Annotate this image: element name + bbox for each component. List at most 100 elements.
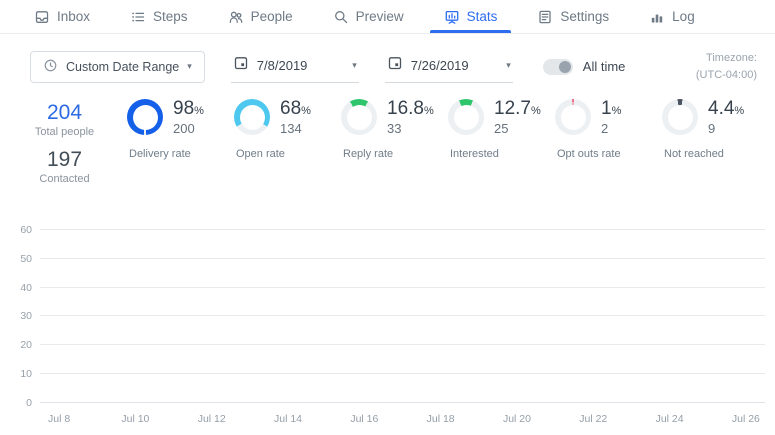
donut-chart-opt-outs-rate — [555, 99, 591, 135]
stat-label: Delivery rate — [127, 148, 228, 160]
stat-count: 134 — [280, 121, 311, 136]
stat-card-reply-rate: 16.8%33Reply rate — [341, 99, 442, 160]
donut-chart-open-rate — [234, 99, 270, 135]
day-slot-jul-25 — [689, 215, 727, 403]
nav-item-label: Steps — [153, 9, 188, 24]
donut-hole — [347, 105, 372, 130]
all-time-toggle[interactable]: All time — [543, 59, 626, 75]
day-slot-jul-19 — [460, 215, 498, 403]
donut-chart-not-reached — [662, 99, 698, 135]
nav-item-inbox[interactable]: Inbox — [14, 0, 110, 33]
settings-icon — [537, 9, 553, 25]
stat-card-opt-outs-rate: 1%2Opt outs rate — [555, 99, 656, 160]
day-slot-jul-13 — [231, 215, 269, 403]
date-from-value: 7/8/2019 — [257, 58, 344, 73]
nav-item-stats[interactable]: Stats — [424, 0, 518, 33]
chevron-down-icon: ▾ — [506, 61, 511, 70]
toggle-knob[interactable] — [559, 61, 571, 73]
stat-card-interested: 12.7%25Interested — [448, 99, 549, 160]
percent-sign: % — [612, 105, 622, 117]
y-axis-tick-0: 0 — [26, 397, 32, 409]
donut-chart-delivery-rate — [127, 99, 163, 135]
bar-slots: Jul 8Jul 10Jul 12Jul 14Jul 16Jul 18Jul 2… — [40, 215, 765, 403]
timezone-label: Timezone: — [696, 50, 757, 67]
day-slot-jul-8: Jul 8 — [40, 215, 78, 403]
nav-item-label: Log — [672, 9, 695, 24]
day-slot-jul-21 — [536, 215, 574, 403]
calendar-icon — [387, 55, 403, 76]
day-slot-jul-18: Jul 18 — [422, 215, 460, 403]
x-axis-label: Jul 8 — [48, 413, 70, 425]
date-range-label: Custom Date Range — [66, 60, 179, 74]
stats-row: 204 Total people 197 Contacted 98%200Del… — [0, 99, 775, 185]
x-axis-label: Jul 22 — [579, 413, 607, 425]
day-slot-jul-15 — [307, 215, 345, 403]
nav-item-preview[interactable]: Preview — [313, 0, 424, 33]
stat-label: Reply rate — [341, 148, 442, 160]
day-slot-jul-10: Jul 10 — [116, 215, 154, 403]
day-slot-jul-12: Jul 12 — [193, 215, 231, 403]
nav-item-label: Stats — [467, 9, 498, 24]
date-from-field[interactable]: 7/8/2019 ▾ — [231, 51, 359, 83]
nav-item-steps[interactable]: Steps — [110, 0, 208, 33]
nav-item-log[interactable]: Log — [629, 0, 715, 33]
percent-sign: % — [301, 105, 311, 117]
donut-hole — [133, 105, 158, 130]
all-time-label: All time — [583, 59, 626, 74]
nav-item-label: Preview — [356, 9, 404, 24]
x-axis-label: Jul 26 — [732, 413, 760, 425]
date-to-field[interactable]: 7/26/2019 ▾ — [385, 51, 513, 83]
steps-icon — [130, 9, 146, 25]
day-slot-jul-9 — [78, 215, 116, 403]
people-icon — [228, 9, 244, 25]
x-axis-label: Jul 14 — [274, 413, 302, 425]
total-people-label: Total people — [30, 126, 99, 138]
nav-item-settings[interactable]: Settings — [517, 0, 629, 33]
stat-percent: 98% — [173, 99, 204, 119]
y-axis-tick-20: 20 — [20, 339, 32, 351]
chart-plot: 0102030405060Jul 8Jul 10Jul 12Jul 14Jul … — [40, 215, 765, 403]
percent-sign: % — [531, 105, 541, 117]
donut-chart-reply-rate — [341, 99, 377, 135]
contacted-value: 197 — [30, 148, 99, 171]
y-axis-tick-50: 50 — [20, 253, 32, 265]
percent-sign: % — [424, 105, 434, 117]
clock-icon — [43, 58, 58, 76]
stat-count: 9 — [708, 121, 744, 136]
donut-hole — [454, 105, 479, 130]
x-axis-label: Jul 16 — [350, 413, 378, 425]
day-slot-jul-14: Jul 14 — [269, 215, 307, 403]
x-axis-label: Jul 12 — [198, 413, 226, 425]
stat-label: Open rate — [234, 148, 335, 160]
timezone-value: (UTC-04:00) — [696, 67, 757, 84]
toggle-track[interactable] — [543, 59, 573, 75]
percent-sign: % — [194, 105, 204, 117]
chevron-down-icon: ▾ — [187, 62, 192, 71]
stat-count: 2 — [601, 121, 621, 136]
y-axis-tick-10: 10 — [20, 368, 32, 380]
inbox-icon — [34, 9, 50, 25]
y-axis-tick-30: 30 — [20, 310, 32, 322]
total-people-value: 204 — [30, 101, 99, 124]
donut-hole — [240, 105, 265, 130]
x-axis-label: Jul 24 — [656, 413, 684, 425]
timezone-info: Timezone: (UTC-04:00) — [696, 50, 757, 83]
chevron-down-icon: ▾ — [352, 61, 357, 70]
stat-count: 33 — [387, 121, 434, 136]
x-axis-label: Jul 20 — [503, 413, 531, 425]
stat-percent: 68% — [280, 99, 311, 119]
custom-date-range-select[interactable]: Custom Date Range ▾ — [30, 51, 205, 83]
filter-bar: Custom Date Range ▾ 7/8/2019 ▾ 7/26/2019… — [0, 50, 775, 83]
daily-stats-chart: 0102030405060Jul 8Jul 10Jul 12Jul 14Jul … — [0, 193, 775, 433]
active-tab-underline — [430, 30, 512, 33]
donut-chart-interested — [448, 99, 484, 135]
contacted-label: Contacted — [30, 173, 99, 185]
date-to-value: 7/26/2019 — [411, 58, 498, 73]
day-slot-jul-20: Jul 20 — [498, 215, 536, 403]
nav-item-people[interactable]: People — [208, 0, 313, 33]
donut-hole — [561, 105, 586, 130]
day-slot-jul-11 — [154, 215, 192, 403]
stat-cards: 98%200Delivery rate68%134Open rate16.8%3… — [127, 99, 763, 160]
y-axis-tick-40: 40 — [20, 282, 32, 294]
nav-item-label: Settings — [560, 9, 609, 24]
